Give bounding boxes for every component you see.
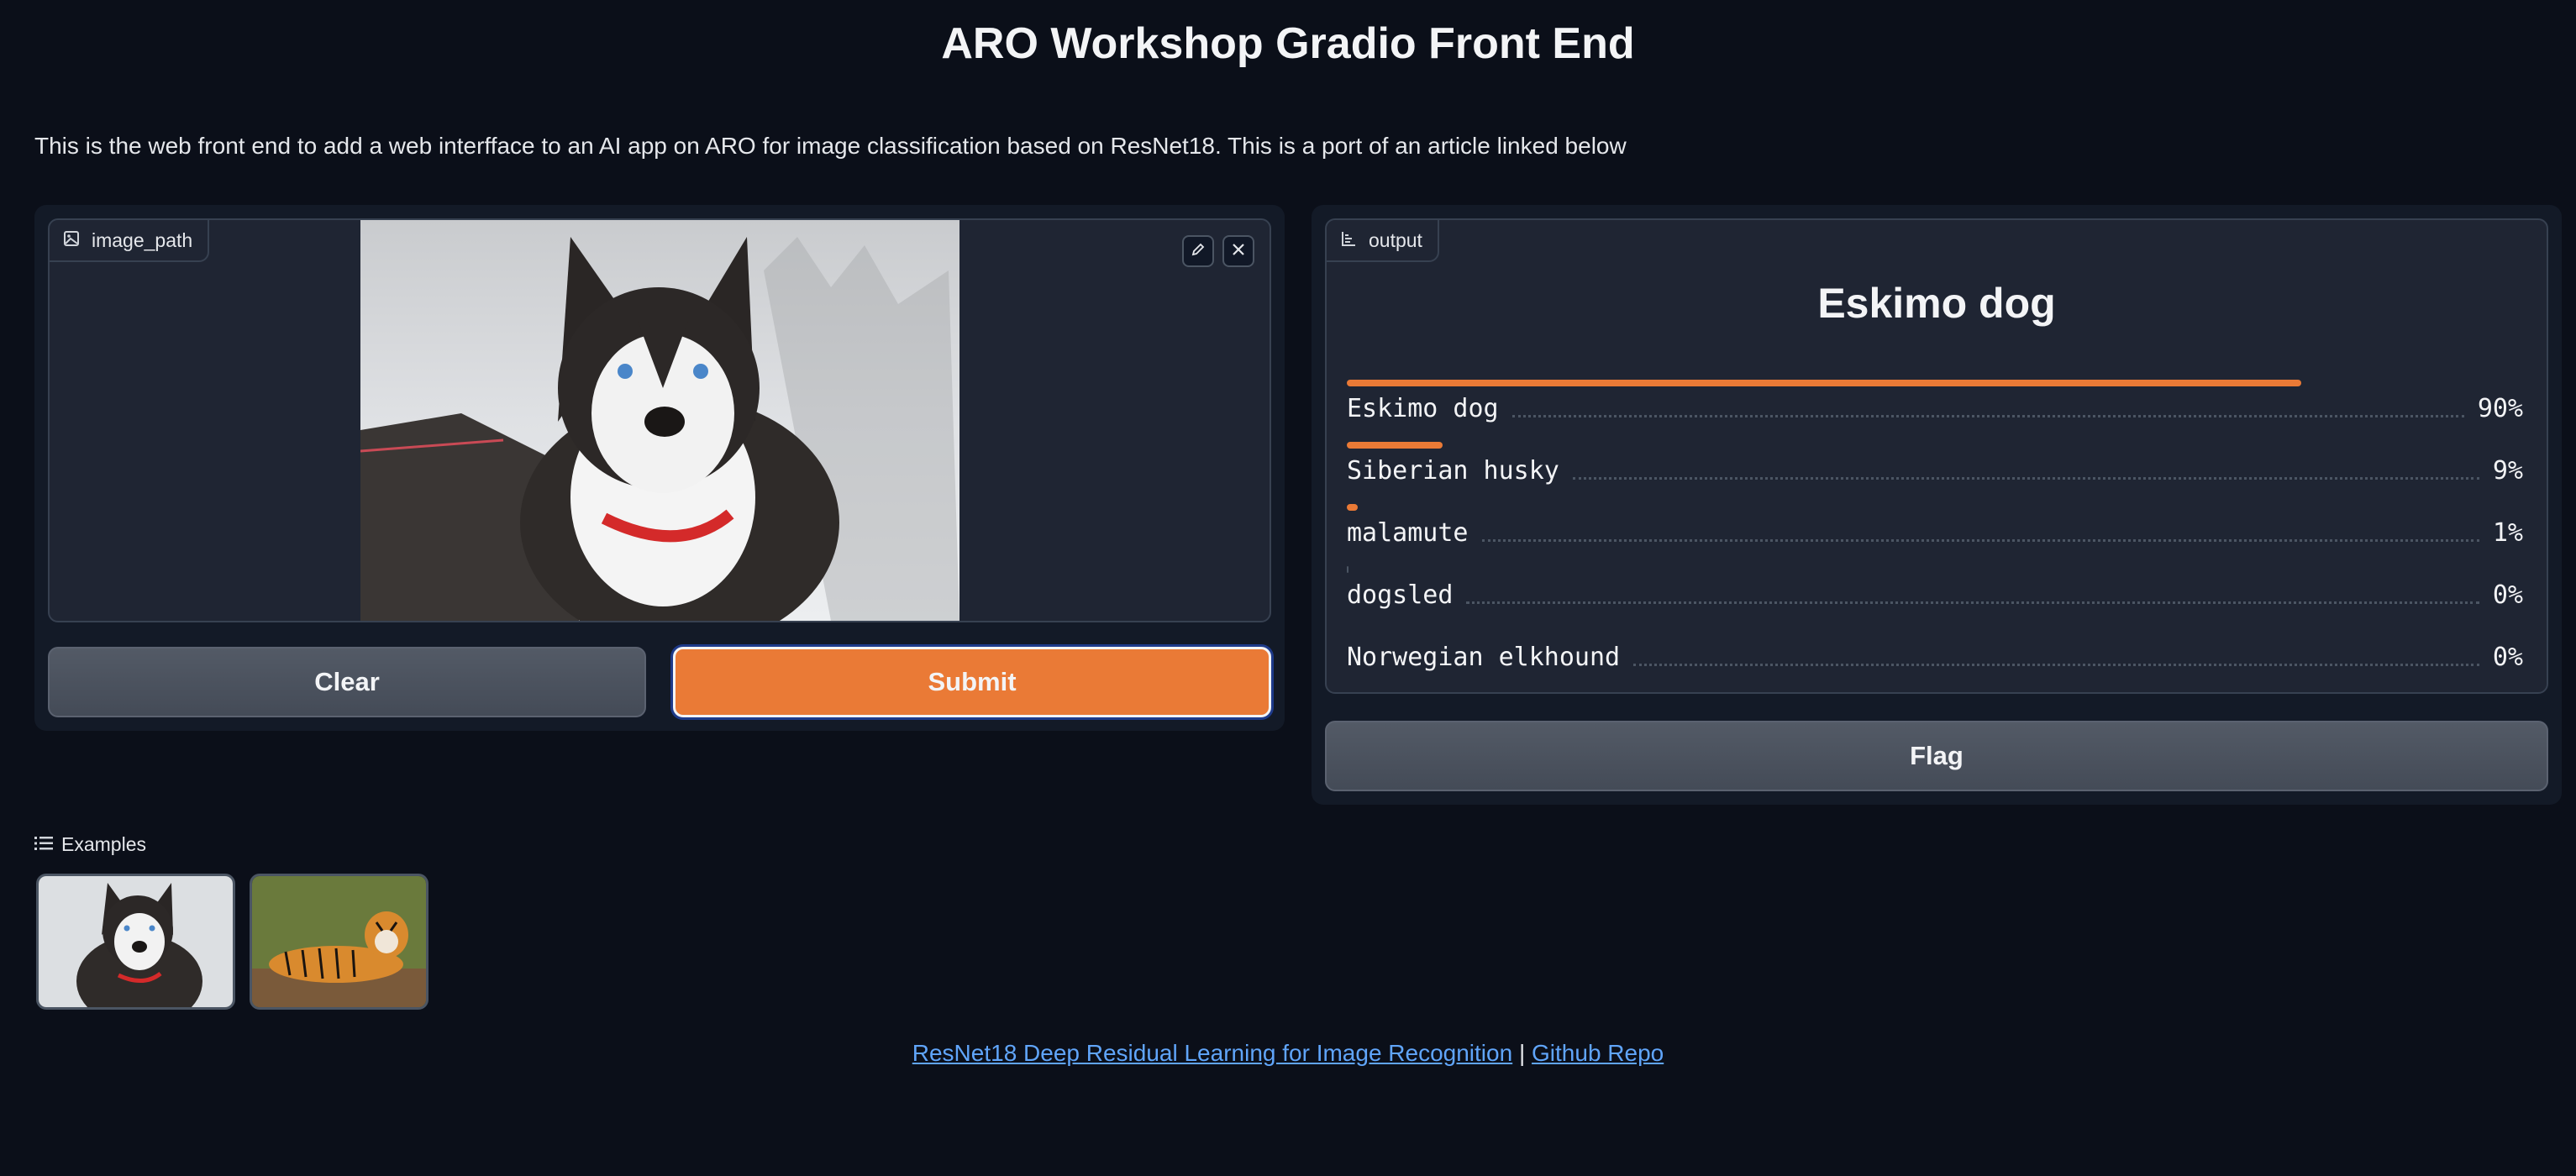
image-input-label-text: image_path xyxy=(92,228,193,251)
dotted-leader xyxy=(1633,663,2479,666)
confidence-line: Siberian husky 9% xyxy=(1347,455,2523,486)
resnet-paper-link[interactable]: ResNet18 Deep Residual Learning for Imag… xyxy=(912,1040,1512,1066)
output-panel: output Eskimo dog Eskimo dog 90% Siberian … xyxy=(1312,205,2562,805)
confidence-line: malamute 1% xyxy=(1347,517,2523,548)
confidence-percent: 9% xyxy=(2492,455,2523,486)
page-title: ARO Workshop Gradio Front End xyxy=(941,19,1635,68)
confidence-row: Norwegian elkhound 0% xyxy=(1347,628,2523,687)
confidence-line: Norwegian elkhound 0% xyxy=(1347,642,2523,672)
close-icon xyxy=(1230,241,1247,262)
confidence-bar xyxy=(1347,504,1358,511)
confidence-row: Eskimo dog 90% xyxy=(1347,380,2523,438)
clear-button[interactable]: Clear xyxy=(48,647,646,717)
confidence-row: malamute 1% xyxy=(1347,504,2523,563)
image-icon xyxy=(63,229,80,252)
confidence-row: Siberian husky 9% xyxy=(1347,442,2523,501)
clear-image-button[interactable] xyxy=(1222,235,1254,267)
dotted-leader xyxy=(1511,414,2464,417)
top-prediction: Eskimo dog xyxy=(1817,280,2056,327)
footer-separator: | xyxy=(1518,1040,1526,1066)
pencil-icon xyxy=(1190,241,1207,262)
output-label: output xyxy=(1327,220,1439,262)
confidence-row: dogsled 0% xyxy=(1347,566,2523,625)
confidence-bar xyxy=(1347,566,1348,573)
example-tiger[interactable] xyxy=(250,874,428,1010)
github-repo-link[interactable]: Github Repo xyxy=(1532,1040,1664,1066)
confidence-percent: 90% xyxy=(2477,393,2523,423)
dotted-leader xyxy=(1572,476,2479,480)
input-panel: image_path Clear Submit xyxy=(34,205,1285,731)
confidence-label: malamute xyxy=(1347,517,1469,548)
output-label-text: output xyxy=(1369,228,1422,251)
image-input[interactable]: image_path xyxy=(48,218,1271,622)
confidence-label: Norwegian elkhound xyxy=(1347,642,1621,672)
footer: ResNet18 Deep Residual Learning for Imag… xyxy=(0,1040,2576,1067)
confidence-label: dogsled xyxy=(1347,580,1454,610)
bar-chart-icon xyxy=(1340,229,1357,252)
flag-button[interactable]: Flag xyxy=(1325,721,2548,791)
confidence-label: Eskimo dog xyxy=(1347,393,1499,423)
example-husky[interactable] xyxy=(36,874,235,1010)
examples-header: Examples xyxy=(34,833,146,856)
uploaded-image xyxy=(360,220,959,621)
list-icon xyxy=(34,833,53,856)
confidence-percent: 1% xyxy=(2492,517,2523,548)
image-input-label: image_path xyxy=(50,220,210,262)
page-description: This is the web front end to add a web i… xyxy=(34,133,1627,159)
confidence-line: Eskimo dog 90% xyxy=(1347,393,2523,423)
dotted-leader xyxy=(1466,601,2479,604)
edit-image-button[interactable] xyxy=(1182,235,1214,267)
label-output: output Eskimo dog Eskimo dog 90% Siberian … xyxy=(1325,218,2548,694)
confidence-line: dogsled 0% xyxy=(1347,580,2523,610)
examples-label: Examples xyxy=(61,833,146,855)
confidence-bar xyxy=(1347,380,2301,386)
confidence-list: Eskimo dog 90% Siberian husky 9% malamute 1% d… xyxy=(1347,380,2523,682)
confidence-percent: 0% xyxy=(2492,580,2523,610)
dotted-leader xyxy=(1481,538,2479,542)
confidence-bar xyxy=(1347,442,1443,449)
submit-button[interactable]: Submit xyxy=(673,647,1271,717)
confidence-percent: 0% xyxy=(2492,642,2523,672)
confidence-label: Siberian husky xyxy=(1347,455,1559,486)
